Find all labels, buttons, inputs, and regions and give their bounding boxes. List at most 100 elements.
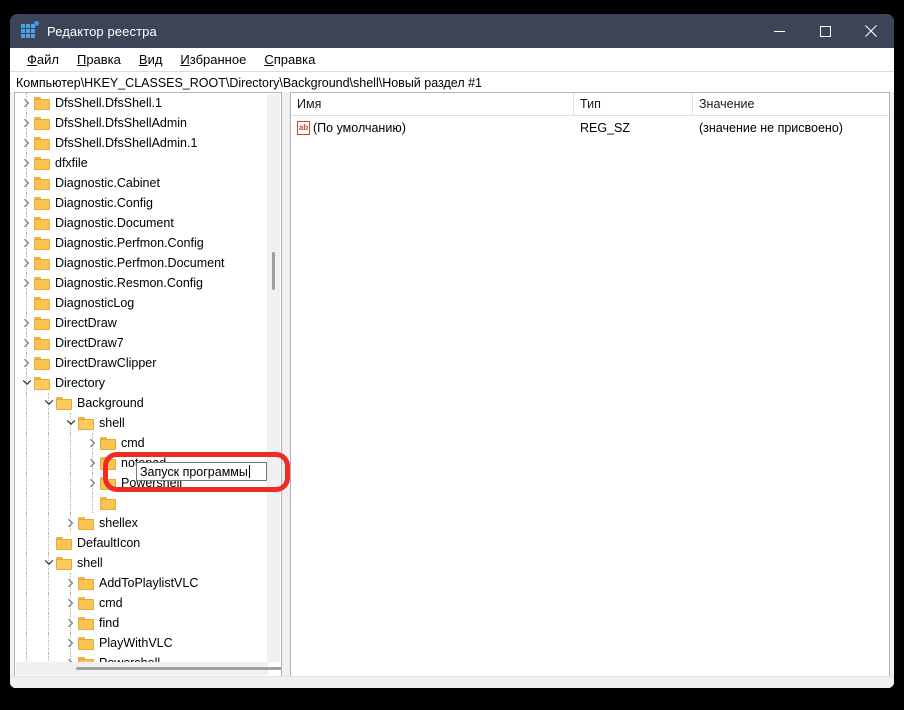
table-row[interactable]: ab (По умолчанию) REG_SZ (значение не пр… xyxy=(291,117,889,139)
tree-item[interactable]: Background xyxy=(15,393,268,413)
menu-bar: Файл Правка Вид Избранное Справка xyxy=(10,48,894,71)
chevron-right-icon[interactable] xyxy=(19,273,34,293)
column-header-value[interactable]: Значение xyxy=(693,93,889,115)
folder-icon xyxy=(34,196,50,210)
menu-file[interactable]: Файл xyxy=(18,50,68,69)
text-caret xyxy=(248,465,250,478)
chevron-right-icon[interactable] xyxy=(19,93,34,113)
tree-item[interactable]: AddToPlaylistVLC xyxy=(15,573,268,593)
chevron-right-icon[interactable] xyxy=(19,333,34,353)
value-name-text: (По умолчанию) xyxy=(313,121,406,135)
chevron-right-icon[interactable] xyxy=(19,153,34,173)
chevron-down-icon[interactable] xyxy=(19,373,34,393)
tree-item-label: DirectDraw7 xyxy=(55,336,124,350)
tree-item[interactable]: shell xyxy=(15,413,268,433)
close-button[interactable] xyxy=(848,14,894,48)
tree-item[interactable]: Diagnostic.Perfmon.Document xyxy=(15,253,268,273)
caption-button-group xyxy=(756,14,894,48)
tree-guide-line xyxy=(26,433,28,453)
chevron-right-icon[interactable] xyxy=(85,433,100,453)
tree-horizontal-scrollbar[interactable] xyxy=(16,662,281,675)
tree-item[interactable]: shell xyxy=(15,553,268,573)
tree-item[interactable]: DfsShell.DfsShellAdmin xyxy=(15,113,268,133)
chevron-down-icon[interactable] xyxy=(41,553,56,573)
folder-icon xyxy=(34,336,50,350)
tree-item[interactable]: DirectDraw7 xyxy=(15,333,268,353)
registry-tree-pane: DfsShell.DfsShell.1 DfsShell.DfsShellAdmi… xyxy=(14,92,282,677)
address-bar[interactable]: Компьютер\HKEY_CLASSES_ROOT\Directory\Ba… xyxy=(10,71,894,94)
chevron-right-icon[interactable] xyxy=(19,313,34,333)
tree-item[interactable]: DefaultIcon xyxy=(15,533,268,553)
folder-icon xyxy=(78,616,94,630)
chevron-right-icon[interactable] xyxy=(85,473,100,493)
maximize-button[interactable] xyxy=(802,14,848,48)
chevron-right-icon[interactable] xyxy=(19,133,34,153)
tree-item[interactable]: Diagnostic.Cabinet xyxy=(15,173,268,193)
menu-help[interactable]: Справка xyxy=(255,50,324,69)
registry-tree[interactable]: DfsShell.DfsShell.1 DfsShell.DfsShellAdmi… xyxy=(15,93,268,663)
chevron-right-icon[interactable] xyxy=(63,633,78,653)
tree-item-label: Diagnostic.Document xyxy=(55,216,174,230)
tree-item[interactable]: Directory xyxy=(15,373,268,393)
column-header-type[interactable]: Тип xyxy=(574,93,693,115)
tree-vertical-scrollbar[interactable] xyxy=(267,94,280,662)
folder-icon xyxy=(34,376,50,390)
minimize-button[interactable] xyxy=(756,14,802,48)
tree-item[interactable]: shellex xyxy=(15,513,268,533)
folder-icon xyxy=(34,296,50,310)
tree-item[interactable]: PlayWithVLC xyxy=(15,633,268,653)
tree-item[interactable]: Diagnostic.Perfmon.Config xyxy=(15,233,268,253)
tree-item-label: DfsShell.DfsShellAdmin xyxy=(55,116,187,130)
tree-item[interactable]: DirectDraw xyxy=(15,313,268,333)
string-value-icon: ab xyxy=(297,121,310,135)
tree-item[interactable]: DirectDrawClipper xyxy=(15,353,268,373)
chevron-down-icon[interactable] xyxy=(63,413,78,433)
chevron-down-icon[interactable] xyxy=(41,393,56,413)
chevron-right-icon[interactable] xyxy=(19,213,34,233)
tree-item-label: Diagnostic.Config xyxy=(55,196,153,210)
folder-icon xyxy=(56,396,72,410)
tree-item[interactable]: dfxfile xyxy=(15,153,268,173)
tree-hscroll-thumb[interactable] xyxy=(76,667,281,670)
folder-icon xyxy=(34,256,50,270)
chevron-right-icon[interactable] xyxy=(19,253,34,273)
tree-item[interactable]: cmd xyxy=(15,593,268,613)
tree-item[interactable]: Diagnostic.Document xyxy=(15,213,268,233)
chevron-right-icon[interactable] xyxy=(63,593,78,613)
folder-icon xyxy=(34,176,50,190)
column-header-name[interactable]: Имя xyxy=(291,93,574,115)
key-rename-input[interactable]: Запуск программы xyxy=(136,462,267,481)
tree-item[interactable]: Diagnostic.Resmon.Config xyxy=(15,273,268,293)
folder-icon xyxy=(78,596,94,610)
menu-edit[interactable]: Правка xyxy=(68,50,130,69)
chevron-right-icon[interactable] xyxy=(19,173,34,193)
tree-item[interactable]: DiagnosticLog xyxy=(15,293,268,313)
tree-item[interactable]: find xyxy=(15,613,268,633)
tree-item[interactable] xyxy=(15,493,268,513)
title-bar: Редактор реестра xyxy=(10,14,894,48)
folder-icon xyxy=(78,636,94,650)
tree-item[interactable]: DfsShell.DfsShellAdmin.1 xyxy=(15,133,268,153)
tree-guide-line xyxy=(26,453,28,473)
tree-item[interactable]: Diagnostic.Config xyxy=(15,193,268,213)
chevron-right-icon[interactable] xyxy=(85,453,100,473)
tree-guide-line xyxy=(70,473,72,493)
chevron-right-icon[interactable] xyxy=(19,353,34,373)
tree-guide-line xyxy=(26,473,28,493)
chevron-right-icon[interactable] xyxy=(63,573,78,593)
tree-item-label: Diagnostic.Resmon.Config xyxy=(55,276,203,290)
tree-guide-line xyxy=(48,633,50,653)
chevron-right-icon[interactable] xyxy=(19,233,34,253)
tree-item-label: DiagnosticLog xyxy=(55,296,135,310)
menu-view[interactable]: Вид xyxy=(130,50,172,69)
tree-item[interactable]: DfsShell.DfsShell.1 xyxy=(15,93,268,113)
chevron-right-icon[interactable] xyxy=(19,193,34,213)
chevron-right-icon[interactable] xyxy=(19,113,34,133)
menu-favorites[interactable]: Избранное xyxy=(171,50,255,69)
icon-badge xyxy=(34,21,39,26)
chevron-right-icon[interactable] xyxy=(63,613,78,633)
tree-vscroll-thumb[interactable] xyxy=(272,252,275,290)
tree-guide-line xyxy=(26,493,28,513)
chevron-right-icon[interactable] xyxy=(63,513,78,533)
tree-item[interactable]: cmd xyxy=(15,433,268,453)
